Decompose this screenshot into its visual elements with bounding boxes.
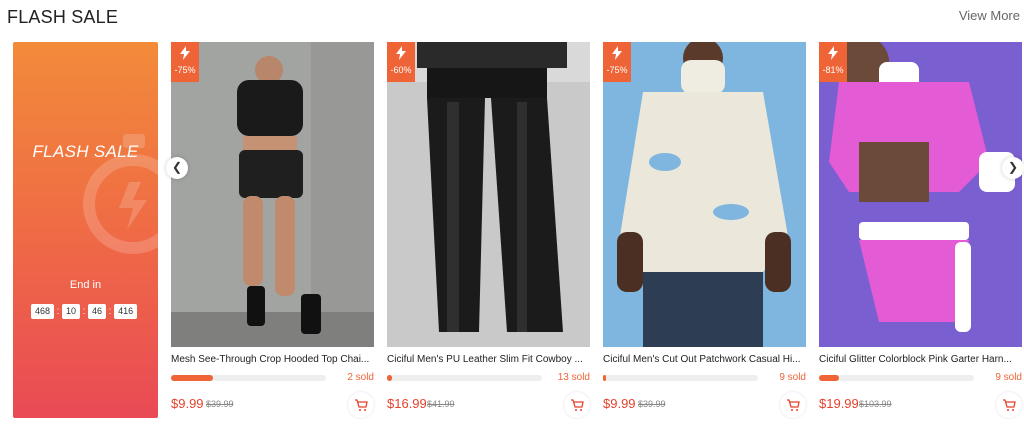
countdown-timer: 468 : 10 : 46 : 416	[31, 302, 138, 320]
end-in-label: End in	[69, 279, 102, 291]
product-card[interactable]: -75% Mesh See-Through Crop Hooded Top Ch…	[171, 42, 374, 420]
cart-icon	[571, 399, 584, 411]
discount-percent: -81%	[822, 65, 844, 75]
discount-badge: -75%	[603, 42, 631, 82]
flash-sale-promo[interactable]: FLASH SALE End in 468 : 10 : 46 : 416	[13, 42, 158, 418]
section-title: FLASH SALE	[7, 7, 119, 27]
lightning-icon	[180, 46, 190, 60]
product-name[interactable]: Mesh See-Through Crop Hooded Top Chai...	[171, 354, 374, 365]
original-price: $41.99	[427, 399, 455, 409]
sale-price: $9.99	[603, 396, 636, 411]
sold-progress-bar	[603, 375, 758, 381]
sold-progress-fill	[603, 375, 607, 381]
discount-badge: -75%	[171, 42, 199, 82]
timer-separator: :	[82, 305, 86, 317]
product-card[interactable]: -75% Ciciful Men's Cut Out Patchwork Cas…	[603, 42, 806, 420]
product-image[interactable]	[387, 42, 590, 347]
discount-badge: -60%	[387, 42, 415, 82]
product-name[interactable]: Ciciful Glitter Colorblock Pink Garter H…	[819, 354, 1022, 365]
add-to-cart-button[interactable]	[348, 392, 374, 418]
lightning-icon	[396, 46, 406, 60]
timer-separator: :	[56, 305, 60, 317]
add-to-cart-button[interactable]	[996, 392, 1022, 418]
cart-icon	[355, 399, 368, 411]
sold-count: 9 sold	[995, 372, 1022, 383]
product-image[interactable]	[819, 42, 1022, 347]
sale-price: $19.99	[819, 396, 859, 411]
original-price: $103.99	[859, 399, 892, 409]
lightning-icon	[612, 46, 622, 60]
product-name[interactable]: Ciciful Men's Cut Out Patchwork Casual H…	[603, 354, 806, 365]
product-image[interactable]	[171, 42, 374, 347]
promo-title: FLASH SALE	[32, 142, 139, 161]
sold-progress-bar	[387, 375, 542, 381]
sale-price: $16.99	[387, 396, 427, 411]
discount-percent: -60%	[390, 65, 412, 75]
discount-percent: -75%	[606, 65, 628, 75]
carousel-next-button[interactable]: ❯	[1002, 157, 1024, 179]
carousel-prev-button[interactable]: ❮	[166, 157, 188, 179]
sold-progress-fill	[819, 375, 840, 381]
lightning-icon	[828, 46, 838, 60]
cart-icon	[787, 399, 800, 411]
view-more-link[interactable]: View More	[959, 8, 1020, 23]
discount-badge: -81%	[819, 42, 847, 82]
sold-progress-fill	[171, 375, 213, 381]
timer-milliseconds: 416	[114, 303, 138, 319]
timer-hours: 468	[31, 303, 55, 319]
timer-seconds: 46	[88, 303, 107, 319]
flash-sale-section: FLASH SALE View More FLASH SALE End in 4…	[0, 0, 1024, 428]
sold-count: 2 sold	[347, 372, 374, 383]
product-name[interactable]: Ciciful Men's PU Leather Slim Fit Cowboy…	[387, 354, 590, 365]
original-price: $39.99	[206, 399, 234, 409]
add-to-cart-button[interactable]	[780, 392, 806, 418]
chevron-right-icon: ❯	[1007, 160, 1019, 174]
timer-separator: :	[108, 305, 112, 317]
sold-count: 13 sold	[557, 372, 590, 383]
product-card[interactable]: -81% Ciciful Glitter Colorblock Pink Gar…	[819, 42, 1022, 420]
chevron-left-icon: ❮	[171, 160, 183, 174]
discount-percent: -75%	[174, 65, 196, 75]
sold-progress-fill	[387, 375, 392, 381]
section-header: FLASH SALE View More	[0, 0, 1024, 36]
add-to-cart-button[interactable]	[564, 392, 590, 418]
sale-price: $9.99	[171, 396, 204, 411]
cart-icon	[1003, 399, 1016, 411]
product-card[interactable]: -60% Ciciful Men's PU Leather Slim Fit C…	[387, 42, 590, 420]
timer-minutes: 10	[62, 303, 81, 319]
sold-progress-bar	[171, 375, 326, 381]
product-image[interactable]	[603, 42, 806, 347]
original-price: $39.99	[638, 399, 666, 409]
sold-progress-bar	[819, 375, 974, 381]
sold-count: 9 sold	[779, 372, 806, 383]
